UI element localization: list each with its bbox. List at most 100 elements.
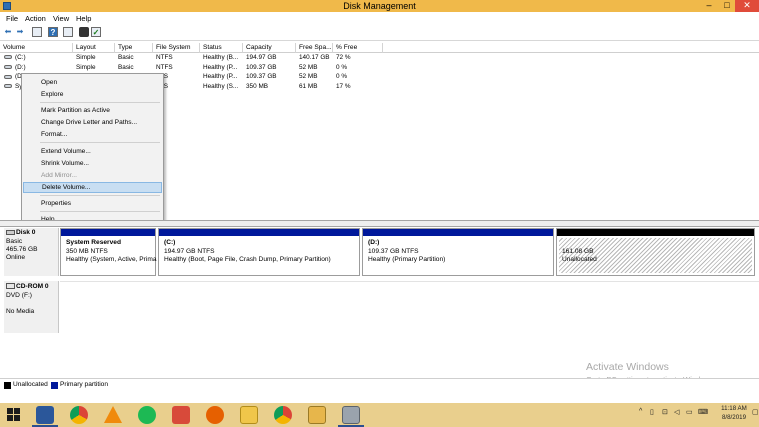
volume-capacity: 109.37 GB bbox=[246, 63, 277, 71]
word-icon[interactable] bbox=[36, 406, 54, 424]
menu-separator bbox=[40, 195, 160, 196]
partition-system-reserved[interactable]: System Reserved 350 MB NTFS Healthy (Sys… bbox=[60, 228, 157, 276]
volume-percent-free: 17 % bbox=[336, 82, 351, 90]
forward-icon[interactable]: ➡ bbox=[15, 27, 25, 37]
table-row[interactable]: (D:) Simple Basic NTFS Healthy (P... 109… bbox=[0, 63, 759, 73]
close-button[interactable]: ✕ bbox=[735, 0, 759, 12]
maximize-button[interactable]: □ bbox=[718, 0, 736, 12]
column-layout[interactable]: Layout bbox=[73, 43, 115, 53]
column-percent-free[interactable]: % Free bbox=[333, 43, 383, 53]
volume-name: (D:) bbox=[15, 63, 26, 71]
menu-item-explore[interactable]: Explore bbox=[23, 89, 162, 100]
volume-name: (C:) bbox=[15, 54, 26, 61]
volume-layout: Simple bbox=[76, 54, 96, 61]
partition-d[interactable]: (D:) 109.37 GB NTFS Healthy (Primary Par… bbox=[362, 228, 554, 276]
legend-bar: Unallocated Primary partition bbox=[0, 378, 759, 392]
volume-capacity: 350 MB bbox=[246, 82, 269, 90]
file-explorer-icon[interactable] bbox=[308, 406, 326, 424]
action-center-icon[interactable]: ⊡ bbox=[662, 408, 668, 416]
menu-item-change-drive-letter[interactable]: Change Drive Letter and Paths... bbox=[23, 117, 162, 128]
back-icon[interactable]: ⬅ bbox=[3, 27, 13, 37]
spotify-icon[interactable] bbox=[138, 406, 156, 424]
pane-splitter[interactable] bbox=[0, 220, 759, 227]
paint-icon[interactable] bbox=[172, 406, 190, 424]
volume-status: Healthy (S... bbox=[203, 82, 239, 90]
partition-unallocated[interactable]: 161.08 GB Unallocated bbox=[556, 228, 755, 276]
windows-start-icon[interactable] bbox=[7, 408, 21, 422]
network-icon[interactable]: ▯ bbox=[650, 408, 654, 416]
partition-color-bar bbox=[61, 229, 155, 236]
partition-name: System Reserved bbox=[66, 239, 121, 246]
disk0-state: Online bbox=[6, 254, 26, 261]
legend-unallocated-swatch bbox=[4, 382, 11, 389]
column-type[interactable]: Type bbox=[115, 43, 153, 53]
volume-icon bbox=[4, 84, 12, 89]
disk-icon[interactable] bbox=[79, 27, 89, 37]
volume-icon[interactable]: ◁ bbox=[674, 408, 679, 416]
keyboard-icon[interactable]: ⌨ bbox=[698, 408, 708, 416]
partition-detail: 350 MB NTFS bbox=[66, 248, 108, 255]
partition-name: (C:) bbox=[164, 239, 176, 246]
chrome-icon-2[interactable] bbox=[274, 406, 292, 424]
disk0-label[interactable]: Disk 0 Basic 465.76 GB Online bbox=[4, 228, 59, 276]
partition-color-bar bbox=[557, 229, 754, 236]
menu-help[interactable]: Help bbox=[76, 14, 91, 23]
context-menu: Open Explore Mark Partition as Active Ch… bbox=[21, 73, 164, 228]
volume-capacity: 194.97 GB bbox=[246, 54, 277, 61]
volume-status: Healthy (P... bbox=[203, 73, 238, 81]
menu-view[interactable]: View bbox=[53, 14, 69, 23]
menu-item-format[interactable]: Format... bbox=[23, 129, 162, 140]
disk0-type: Basic bbox=[6, 238, 23, 245]
volume-status: Healthy (B... bbox=[203, 54, 239, 61]
menu-item-delete-volume[interactable]: Delete Volume... bbox=[23, 182, 162, 193]
partition-detail: 109.37 GB NTFS bbox=[368, 248, 419, 255]
menu-item-mark-active[interactable]: Mark Partition as Active bbox=[23, 105, 162, 116]
notifications-icon[interactable]: ▢ bbox=[752, 408, 759, 416]
help-icon[interactable]: ? bbox=[48, 27, 58, 37]
table-row[interactable]: (C:) Simple Basic NTFS Healthy (B... 194… bbox=[0, 53, 759, 63]
check-icon[interactable]: ✓ bbox=[91, 27, 101, 37]
minimize-button[interactable]: – bbox=[700, 0, 718, 12]
menu-separator bbox=[40, 142, 160, 143]
column-free-space[interactable]: Free Spa... bbox=[296, 43, 333, 53]
taskbar-clock[interactable]: 11:18 AM 8/8/2019 bbox=[716, 404, 752, 422]
list-view-icon[interactable] bbox=[32, 27, 42, 37]
partition-c[interactable]: (C:) 194.97 GB NTFS Healthy (Boot, Page … bbox=[158, 228, 360, 276]
legend-primary-label: Primary partition bbox=[60, 381, 109, 388]
properties-icon[interactable] bbox=[63, 27, 73, 37]
battery-icon[interactable]: ▭ bbox=[686, 408, 693, 416]
volume-icon bbox=[4, 64, 12, 69]
menu-item-shrink-volume[interactable]: Shrink Volume... bbox=[23, 158, 162, 169]
volume-free-space: 52 MB bbox=[299, 63, 318, 71]
vlc-icon[interactable] bbox=[104, 406, 122, 423]
disk-management-icon[interactable] bbox=[342, 406, 360, 424]
column-capacity[interactable]: Capacity bbox=[243, 43, 296, 53]
partition-status: Healthy (System, Active, Prima bbox=[66, 256, 157, 263]
volume-table-header: Volume Layout Type File System Status Ca… bbox=[0, 43, 759, 53]
column-status[interactable]: Status bbox=[200, 43, 243, 53]
menu-item-properties[interactable]: Properties bbox=[23, 198, 162, 209]
menu-action[interactable]: Action bbox=[25, 14, 46, 23]
partition-status: Unallocated bbox=[562, 256, 597, 263]
menu-item-extend-volume[interactable]: Extend Volume... bbox=[23, 146, 162, 157]
column-file-system[interactable]: File System bbox=[153, 43, 200, 53]
menu-file[interactable]: File bbox=[6, 14, 18, 23]
partition-detail: 161.08 GB bbox=[562, 248, 594, 255]
cdrom0-volume-area[interactable] bbox=[60, 281, 759, 333]
partition-color-bar bbox=[159, 229, 359, 236]
folder-icon[interactable] bbox=[240, 406, 258, 424]
firefox-icon[interactable] bbox=[206, 406, 224, 424]
cdrom0-label[interactable]: CD-ROM 0 DVD (F:) No Media bbox=[4, 281, 59, 333]
show-hidden-icons-icon[interactable]: ^ bbox=[639, 408, 642, 415]
cd-drive-icon bbox=[6, 283, 15, 290]
disk0-name: Disk 0 bbox=[16, 229, 36, 236]
volume-file-system: NTFS bbox=[156, 54, 173, 61]
volume-status: Healthy (P... bbox=[203, 63, 238, 71]
partition-status: Healthy (Boot, Page File, Crash Dump, Pr… bbox=[164, 256, 331, 263]
partition-name: (D:) bbox=[368, 239, 380, 246]
menu-item-open[interactable]: Open bbox=[23, 77, 162, 88]
title-bar: Disk Management – □ ✕ bbox=[0, 0, 759, 12]
column-volume[interactable]: Volume bbox=[0, 43, 73, 53]
menu-separator bbox=[40, 211, 160, 212]
chrome-icon[interactable] bbox=[70, 406, 88, 424]
